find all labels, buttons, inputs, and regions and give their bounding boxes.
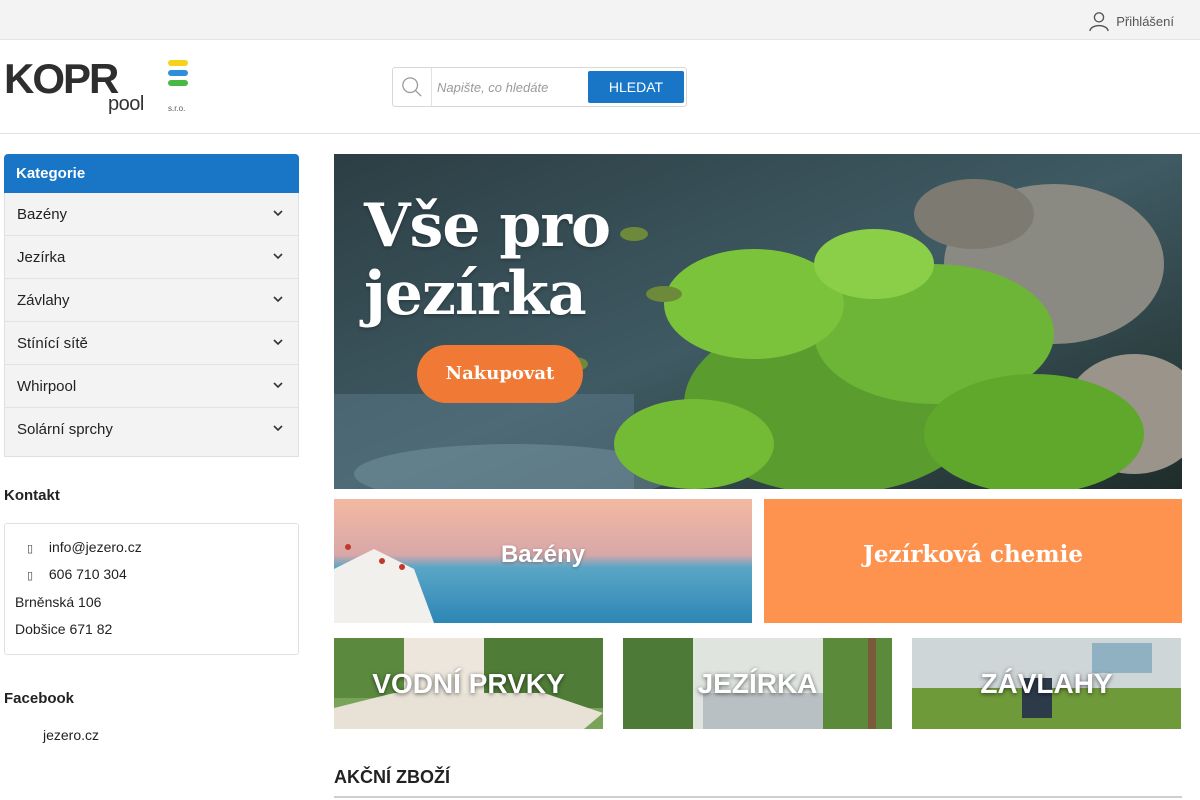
search-bar: HLEDAT (392, 67, 687, 107)
category-item-stinici-site[interactable]: Stínící sítě (5, 322, 298, 365)
search-icon-box (393, 68, 432, 106)
contact-title: Kontakt (4, 487, 60, 504)
contact-email-row: ▯ info@jezero.cz (15, 539, 142, 555)
chevron-down-icon[interactable] (272, 293, 284, 305)
chevron-down-icon[interactable] (272, 250, 284, 262)
banner-bazeny-label: Bazény (500, 541, 586, 568)
banner-vodni-label: VODNÍ PRVKY (372, 668, 565, 699)
login-link[interactable]: Přihlášení (1088, 10, 1174, 32)
chevron-down-icon[interactable] (272, 422, 284, 434)
banner-jezirkova-chemie[interactable]: Jezírková chemie (764, 499, 1182, 623)
banner-zavlahy[interactable]: ZÁVLAHY (912, 638, 1181, 729)
category-item-solarni-sprchy[interactable]: Solární sprchy (5, 408, 298, 456)
section-title-akcni: AKČNÍ ZBOŽÍ (334, 767, 450, 787)
banner-jezirka-label: JEZÍRKA (697, 668, 818, 699)
category-sidebar: Kategorie Bazény Jezírka Závlahy Stínící… (4, 154, 299, 457)
logo-sub-text: pool (108, 93, 144, 115)
search-icon (402, 77, 422, 97)
banner-jezirka[interactable]: JEZÍRKA (623, 638, 892, 729)
facebook-link[interactable]: jezero.cz (43, 727, 99, 743)
facebook-title: Facebook (4, 690, 75, 707)
category-item-whirpool[interactable]: Whirpool (5, 365, 298, 408)
contact-street: Brněnská 106 (15, 594, 102, 610)
contact-email[interactable]: info@jezero.cz (49, 539, 142, 555)
site-logo[interactable]: KOPR pool s.r.o. (4, 58, 194, 118)
category-item-bazeny[interactable]: Bazény (5, 193, 298, 236)
category-label: Solární sprchy (17, 421, 113, 438)
logo-bars-icon (168, 60, 188, 90)
email-icon: ▯ (26, 543, 34, 555)
contact-phone-row: ▯ 606 710 304 (15, 566, 127, 582)
header: KOPR pool s.r.o. HLEDAT (0, 40, 1200, 134)
user-icon (1089, 12, 1110, 32)
category-item-zavlahy[interactable]: Závlahy (5, 279, 298, 322)
banner-bazeny[interactable]: Bazény (334, 499, 752, 623)
category-item-jezirka[interactable]: Jezírka (5, 236, 298, 279)
search-input[interactable] (437, 77, 577, 97)
logo-sro-text: s.r.o. (168, 104, 186, 113)
category-list: Bazény Jezírka Závlahy Stínící sítě Whir… (4, 193, 299, 457)
category-label: Whirpool (17, 378, 77, 395)
banner-zavlahy-label: ZÁVLAHY (980, 668, 1113, 699)
contact-box: ▯ info@jezero.cz ▯ 606 710 304 Brněnská … (4, 523, 299, 655)
search-button[interactable]: HLEDAT (588, 71, 684, 103)
login-label: Přihlášení (1116, 13, 1174, 29)
category-label: Bazény (17, 206, 68, 223)
phone-icon: ▯ (26, 570, 34, 582)
banner-chemie-label: Jezírková chemie (862, 541, 1084, 568)
category-label: Stínící sítě (17, 335, 88, 352)
contact-city: Dobšice 671 82 (15, 621, 113, 637)
category-label: Jezírka (17, 249, 66, 266)
hero-banner[interactable]: Vše pro jezírka Nakupovat (334, 154, 1182, 489)
contact-phone[interactable]: 606 710 304 (49, 566, 127, 582)
chevron-down-icon[interactable] (272, 207, 284, 219)
hero-title: Vše pro jezírka (364, 191, 611, 329)
category-label: Závlahy (17, 292, 70, 309)
chevron-down-icon[interactable] (272, 379, 284, 391)
banner-vodni-prvky[interactable]: VODNÍ PRVKY (334, 638, 603, 729)
logo-main-text: KOPR (4, 55, 119, 102)
category-header: Kategorie (4, 154, 299, 193)
section-divider (334, 796, 1182, 798)
top-bar: Přihlášení (0, 0, 1200, 40)
hero-shop-button[interactable]: Nakupovat (417, 345, 583, 403)
chevron-down-icon[interactable] (272, 336, 284, 348)
